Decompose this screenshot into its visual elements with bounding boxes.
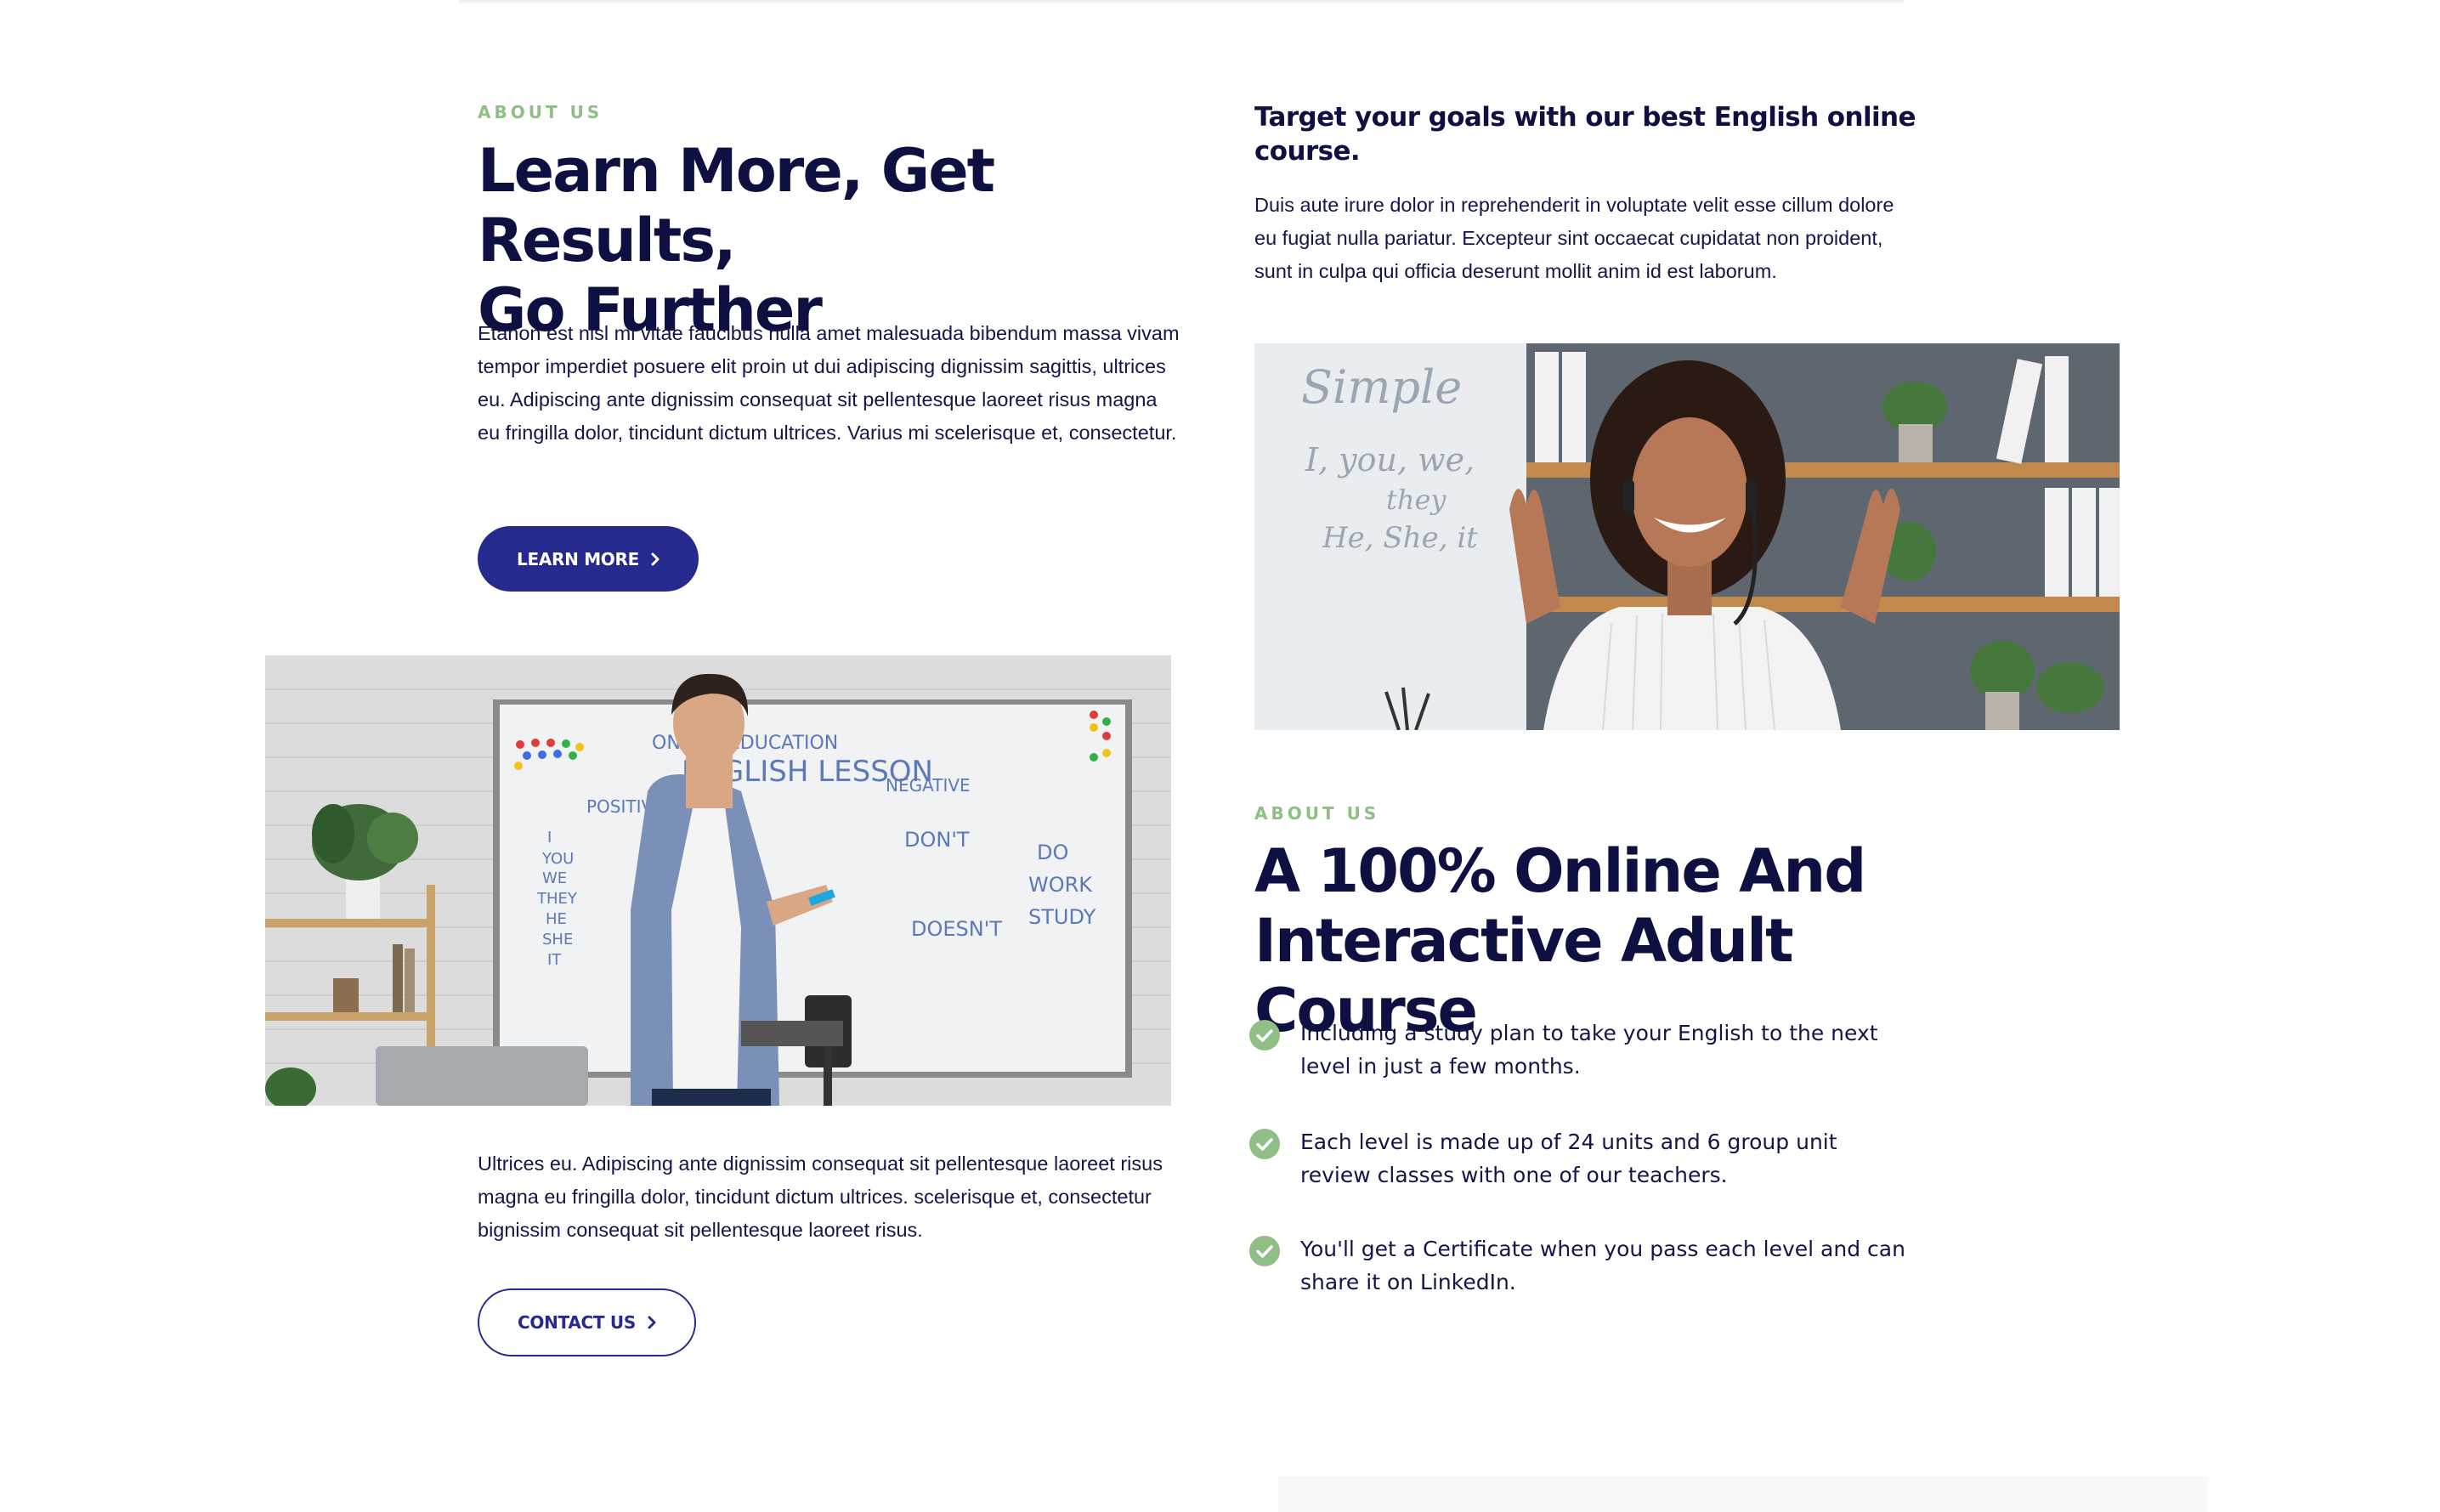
feature-text: You'll get a Certificate when you pass e… <box>1300 1237 1905 1294</box>
feature-item: Including a study plan to take your Engl… <box>1249 1016 1912 1083</box>
svg-text:SHE: SHE <box>542 931 573 949</box>
svg-text:WORK: WORK <box>1028 873 1093 897</box>
header-shadow <box>459 0 1904 5</box>
course-eyebrow: ABOUT US <box>1254 803 1380 824</box>
svg-text:IT: IT <box>547 951 562 969</box>
svg-text:STUDY: STUDY <box>1028 905 1096 929</box>
course-heading: A 100% Online And Interactive Adult Cour… <box>1254 836 2019 1045</box>
learn-more-label: LEARN MORE <box>517 548 639 569</box>
about-eyebrow: ABOUT US <box>478 102 603 122</box>
feature-text: Including a study plan to take your Engl… <box>1300 1021 1878 1079</box>
svg-text:DO: DO <box>1037 841 1068 864</box>
svg-text:He, She, it: He, She, it <box>1322 521 1478 555</box>
check-circle-icon <box>1249 1236 1280 1266</box>
svg-text:I: I <box>547 829 552 847</box>
goals-paragraph: Duis aute irure dolor in reprehenderit i… <box>1254 194 1894 282</box>
feature-item: Each level is made up of 24 units and 6 … <box>1249 1125 1912 1192</box>
chevron-right-icon <box>651 552 660 566</box>
contact-us-button[interactable]: CONTACT US <box>478 1288 696 1356</box>
online-tutor-photo: Simple I, you, we, they He, She, it <box>1254 343 2120 730</box>
svg-text:WE: WE <box>542 869 567 887</box>
feature-text: Each level is made up of 24 units and 6 … <box>1300 1130 1837 1187</box>
check-circle-icon <box>1249 1129 1280 1159</box>
learn-more-button[interactable]: LEARN MORE <box>478 526 699 592</box>
svg-text:DOESN'T: DOESN'T <box>911 917 1002 941</box>
about-paragraph: Etanon est nisl mi vitae faucibus nulla … <box>478 322 1180 444</box>
svg-text:Simple: Simple <box>1301 360 1462 414</box>
contact-paragraph: Ultrices eu. Adipiscing ante dignissim c… <box>478 1152 1163 1241</box>
about-heading: Learn More, Get Results, Go Further <box>478 136 1175 345</box>
heading-line: Learn More, Get Results, <box>478 136 995 275</box>
next-section-card <box>1278 1477 2208 1512</box>
heading-line: A 100% Online And <box>1254 836 1866 906</box>
goals-heading: Target your goals with our best English … <box>1254 102 1916 167</box>
svg-text:DON'T: DON'T <box>904 828 970 852</box>
feature-item: You'll get a Certificate when you pass e… <box>1249 1232 1912 1299</box>
check-circle-icon <box>1249 1020 1280 1050</box>
svg-text:THEY: THEY <box>536 890 578 908</box>
svg-text:I, you, we,: I, you, we, <box>1305 441 1475 479</box>
svg-text:NEGATIVE: NEGATIVE <box>886 775 971 796</box>
svg-text:HE: HE <box>546 910 567 928</box>
svg-text:YOU: YOU <box>541 850 574 868</box>
teacher-whiteboard-photo: ONLINE EDUCATION ENGLISH LESSON POSITIVE… <box>265 655 1171 1106</box>
chevron-right-icon <box>648 1316 656 1329</box>
contact-us-label: CONTACT US <box>518 1312 636 1333</box>
svg-text:they: they <box>1386 484 1446 516</box>
